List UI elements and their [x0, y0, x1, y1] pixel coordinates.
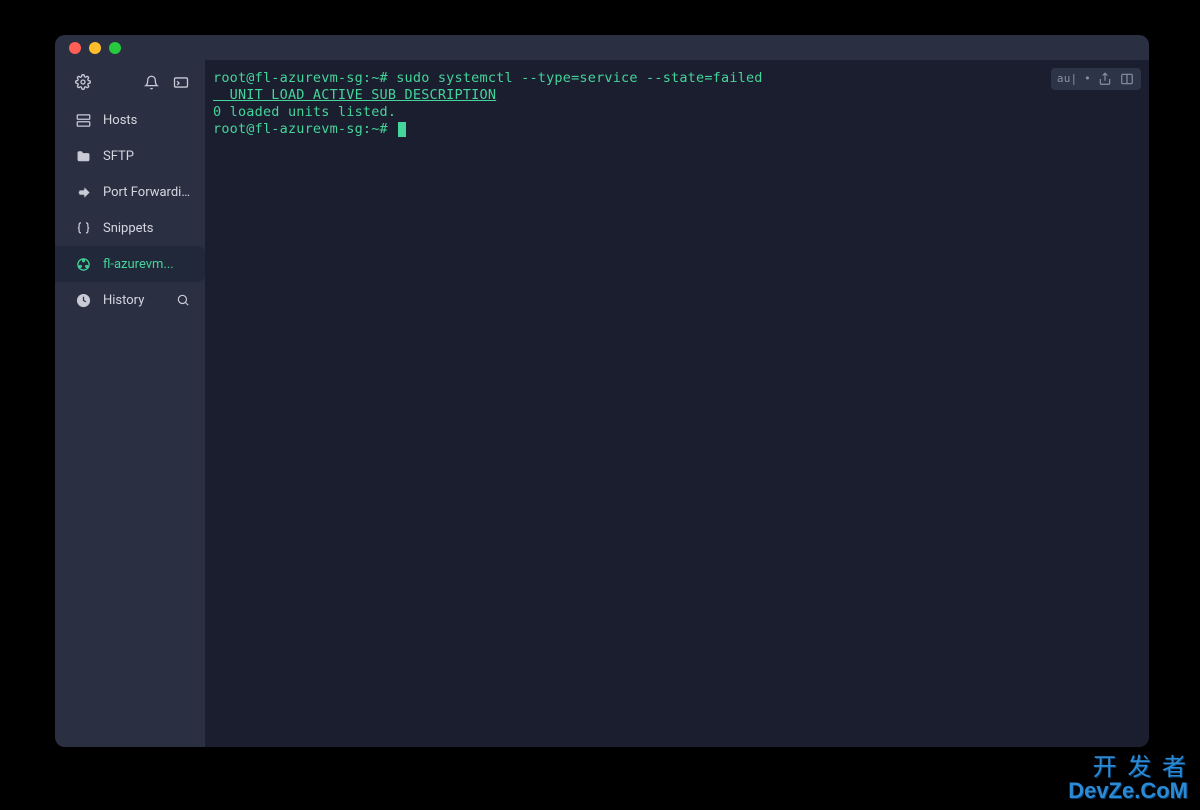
- sidebar-item-label: Snippets: [103, 221, 191, 236]
- cursor: [398, 122, 406, 137]
- sidebar-item-session[interactable]: fl-azurevm...: [55, 246, 205, 282]
- split-icon[interactable]: [1119, 71, 1135, 87]
- content-area: Hosts SFTP Port Forwarding Snippets: [55, 60, 1149, 747]
- window-maximize-button[interactable]: [109, 42, 121, 54]
- sidebar-item-snippets[interactable]: Snippets: [55, 210, 205, 246]
- sidebar-item-label: History: [103, 293, 163, 308]
- sidebar: Hosts SFTP Port Forwarding Snippets: [55, 60, 205, 747]
- toolbar-text: au| •: [1057, 72, 1091, 86]
- sidebar-item-port-forwarding[interactable]: Port Forwarding: [55, 174, 205, 210]
- watermark-line2: DevZe.CoM: [1068, 780, 1188, 802]
- window-minimize-button[interactable]: [89, 42, 101, 54]
- share-icon[interactable]: [1097, 71, 1113, 87]
- terminal-icon[interactable]: [173, 74, 189, 90]
- server-icon: [75, 112, 91, 128]
- ubuntu-icon: [75, 256, 91, 272]
- braces-icon: [75, 220, 91, 236]
- watermark-line1: 开 发 者: [1068, 756, 1188, 780]
- sidebar-item-label: Hosts: [103, 113, 191, 128]
- terminal-output: root@fl-azurevm-sg:~# sudo systemctl --t…: [213, 70, 1141, 138]
- terminal-line: 0 loaded units listed.: [213, 104, 1141, 121]
- terminal-pane[interactable]: au| • root@fl-azurevm-sg:~# sudo systemc…: [205, 60, 1149, 747]
- sidebar-top-row: [55, 66, 205, 102]
- titlebar: [55, 35, 1149, 60]
- terminal-line: root@fl-azurevm-sg:~#: [213, 121, 1141, 138]
- watermark: 开 发 者 DevZe.CoM: [1068, 756, 1188, 802]
- bell-icon[interactable]: [143, 74, 159, 90]
- clock-icon: [75, 292, 91, 308]
- terminal-line: UNIT LOAD ACTIVE SUB DESCRIPTION: [213, 87, 1141, 104]
- sidebar-item-sftp[interactable]: SFTP: [55, 138, 205, 174]
- search-icon[interactable]: [175, 292, 191, 308]
- sidebar-item-label: Port Forwarding: [103, 185, 191, 200]
- terminal-line: root@fl-azurevm-sg:~# sudo systemctl --t…: [213, 70, 1141, 87]
- sidebar-item-history[interactable]: History: [55, 282, 205, 318]
- sidebar-item-label: SFTP: [103, 149, 191, 164]
- terminal-toolbar: au| •: [1051, 68, 1141, 90]
- forward-icon: [75, 184, 91, 200]
- folder-icon: [75, 148, 91, 164]
- app-window: Hosts SFTP Port Forwarding Snippets: [55, 35, 1149, 747]
- sidebar-item-label: fl-azurevm...: [103, 257, 191, 272]
- settings-icon[interactable]: [75, 74, 91, 90]
- window-close-button[interactable]: [69, 42, 81, 54]
- sidebar-item-hosts[interactable]: Hosts: [55, 102, 205, 138]
